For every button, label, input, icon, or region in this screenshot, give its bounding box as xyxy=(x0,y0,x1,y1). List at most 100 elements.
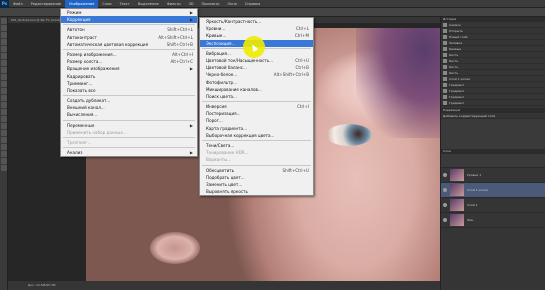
menu-item[interactable]: Выровнять яркость xyxy=(200,188,313,195)
tool-icon[interactable] xyxy=(1,123,7,129)
tool-icon[interactable] xyxy=(1,116,7,122)
layer-row[interactable]: Слой 1 xyxy=(441,198,545,213)
menu-item[interactable]: Поиск цвета... xyxy=(200,93,313,100)
menu-item[interactable]: Уровни... Ctrl+L xyxy=(200,25,313,32)
menu-item[interactable]: Выборочная коррекция цвета... xyxy=(200,132,313,139)
menu-item[interactable]: Варианты... xyxy=(200,156,313,163)
menu-item[interactable]: Порог... xyxy=(200,117,313,124)
menu-item[interactable]: Тонирование HDR... xyxy=(200,149,313,156)
menu-1[interactable]: Редактирование xyxy=(27,0,66,8)
submenu-arrow-icon: ▶ xyxy=(189,122,193,128)
menu-item[interactable]: Вращение изображения ▶ xyxy=(61,65,197,72)
menu-item[interactable]: Треппинг... xyxy=(61,139,197,146)
tool-icon[interactable] xyxy=(1,151,7,157)
history-row[interactable]: Градиент xyxy=(441,100,545,106)
menu-item[interactable]: Яркость/Контрастность... xyxy=(200,18,313,25)
menu-item[interactable]: Анализ ▶ xyxy=(61,149,197,156)
menu-item[interactable]: Создать дубликат... xyxy=(61,97,197,104)
tool-icon[interactable] xyxy=(1,165,7,171)
visibility-eye-icon[interactable] xyxy=(443,218,447,222)
history-row-label: Кисть xyxy=(449,52,459,57)
menu-10[interactable]: Справка xyxy=(241,0,264,8)
menu-item[interactable]: Цветовой баланс... Ctrl+B xyxy=(200,64,313,71)
tool-icon[interactable] xyxy=(1,158,7,164)
menu-4[interactable]: Текст xyxy=(116,0,134,8)
tool-icon[interactable] xyxy=(1,25,7,31)
eye xyxy=(326,124,372,146)
menu-item[interactable]: Заменить цвет... xyxy=(200,181,313,188)
menu-item[interactable]: Постеризация... xyxy=(200,110,313,117)
tool-icon[interactable] xyxy=(1,53,7,59)
tool-icon[interactable] xyxy=(1,137,7,143)
menu-item[interactable]: Обесцветить Shift+Ctrl+U xyxy=(200,167,313,174)
menu-3[interactable]: Слои xyxy=(98,0,115,8)
menu-item[interactable]: Подобрать цвет... xyxy=(200,174,313,181)
menu-item[interactable]: Микширование каналов... xyxy=(200,86,313,93)
tool-icon[interactable] xyxy=(1,130,7,136)
visibility-eye-icon[interactable] xyxy=(443,173,447,177)
menu-item[interactable]: Размер холста... Alt+Ctrl+C xyxy=(61,58,197,65)
menu-item[interactable]: Размер изображения... Alt+Ctrl+I xyxy=(61,51,197,58)
menu-item[interactable]: Внешний канал... xyxy=(61,104,197,111)
tool-icon[interactable] xyxy=(1,95,7,101)
menu-item[interactable]: Инверсия Ctrl+I xyxy=(200,103,313,110)
status-bar: Док: 12,5M/95,3M xyxy=(8,281,440,290)
tool-icon[interactable] xyxy=(1,67,7,73)
menu-item-label: Варианты... xyxy=(206,157,232,163)
tool-icon[interactable] xyxy=(1,102,7,108)
history-row-label: Кисть xyxy=(449,70,459,75)
menu-item-shortcut: Alt+Shift+Ctrl+L xyxy=(158,34,193,40)
tool-icon[interactable] xyxy=(1,74,7,80)
menu-item[interactable]: Вычисления... xyxy=(61,111,197,118)
visibility-eye-icon[interactable] xyxy=(443,203,447,207)
menu-0[interactable]: Файл xyxy=(9,0,27,8)
menu-item-shortcut: Alt+Shift+Ctrl+B xyxy=(273,72,309,78)
menu-item-label: Режим xyxy=(67,10,82,15)
layer-name: Фон xyxy=(467,218,474,222)
menu-2[interactable]: Изображение xyxy=(65,0,99,8)
layer-row[interactable]: Фон xyxy=(441,213,545,228)
menu-item[interactable]: Автотон Shift+Ctrl+L xyxy=(61,26,197,33)
nose xyxy=(150,232,200,264)
menu-item[interactable]: Черно-белое... Alt+Shift+Ctrl+B xyxy=(200,71,313,78)
tool-icon[interactable] xyxy=(1,60,7,66)
layer-thumbnail xyxy=(450,214,464,226)
photoshop-logo: Ps xyxy=(0,0,9,8)
visibility-eye-icon[interactable] xyxy=(443,188,447,192)
tool-icon[interactable] xyxy=(1,109,7,115)
menu-item[interactable]: Применить набор данных... xyxy=(61,129,197,136)
tool-icon[interactable] xyxy=(1,32,7,38)
history-row-label: Градиент xyxy=(449,94,465,99)
menu-item[interactable]: Автоконтраст Alt+Shift+Ctrl+L xyxy=(61,34,197,41)
tool-icon[interactable] xyxy=(1,18,7,24)
menu-item-label: Размер изображения... xyxy=(67,51,117,57)
layer-row[interactable]: Слой 1 копия xyxy=(441,183,545,198)
tool-icon[interactable] xyxy=(1,46,7,52)
menu-separator xyxy=(63,147,195,149)
menu-7[interactable]: 3D xyxy=(185,0,198,8)
menu-item[interactable]: Цветовой тон/Насыщенность... Ctrl+U xyxy=(200,57,313,64)
menu-item[interactable]: Показать все xyxy=(61,87,197,94)
menu-item[interactable]: Тримминг... xyxy=(61,80,197,87)
menu-item[interactable]: Режим ▶ xyxy=(61,9,197,16)
tool-icon[interactable] xyxy=(1,39,7,45)
menu-item[interactable]: Автоматическая цветовая коррекция Shift+C… xyxy=(61,41,197,48)
menu-6[interactable]: Фильтр xyxy=(163,0,185,8)
menu-item[interactable]: Переменные ▶ xyxy=(61,122,197,129)
history-state-icon xyxy=(443,58,447,63)
tool-icon[interactable] xyxy=(1,144,7,150)
menu-item-label: Поиск цвета... xyxy=(206,93,237,99)
history-state-icon xyxy=(443,28,447,33)
menu-9[interactable]: Окно xyxy=(223,0,240,8)
tool-icon[interactable] xyxy=(1,81,7,87)
menu-item[interactable]: Кадрировать xyxy=(61,73,197,80)
menu-item[interactable]: Коррекция ▶ xyxy=(61,16,197,24)
menu-8[interactable]: Просмотр xyxy=(198,0,224,8)
menu-item-shortcut: Alt+Ctrl+C xyxy=(170,59,193,65)
menu-item[interactable]: Фотофильтр... xyxy=(200,79,313,86)
menu-item[interactable]: Тени/Света... xyxy=(200,142,313,149)
tool-icon[interactable] xyxy=(1,88,7,94)
menu-5[interactable]: Выделение xyxy=(134,0,163,8)
menu-item[interactable]: Карта градиента... xyxy=(200,125,313,132)
layer-row[interactable]: Уровни 1 xyxy=(441,168,545,183)
